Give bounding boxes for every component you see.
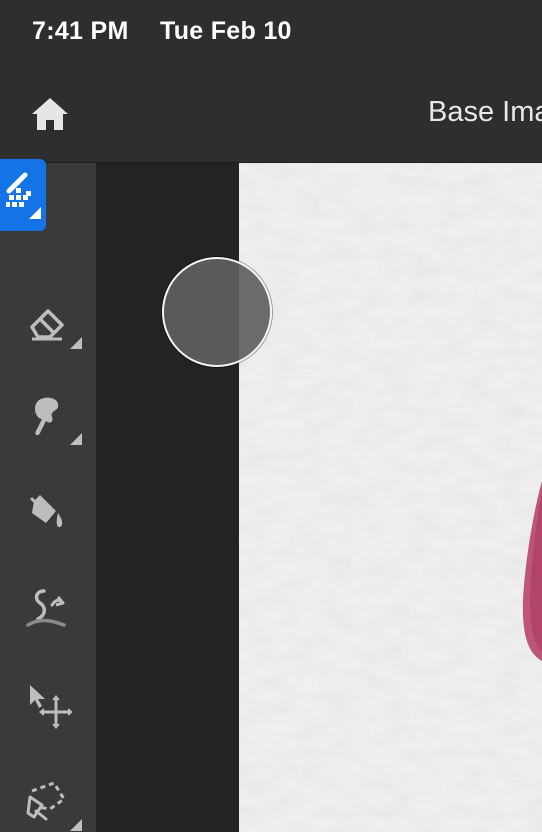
- eraser-icon: [30, 309, 64, 341]
- canvas[interactable]: [239, 163, 542, 832]
- toolbar: [0, 159, 96, 832]
- quick-selection-tool[interactable]: [0, 159, 46, 231]
- move-tool[interactable]: [8, 673, 88, 737]
- app-screen: 7:41 PM Tue Feb 10 Base Ima: [0, 0, 542, 832]
- submenu-indicator: [70, 433, 82, 445]
- paper-texture: [239, 163, 542, 832]
- status-time: 7:41 PM: [32, 17, 129, 45]
- smudge-tool[interactable]: [8, 385, 88, 449]
- lasso-tool[interactable]: [8, 769, 88, 832]
- lasso-icon: [26, 781, 67, 821]
- smudge-icon: [35, 397, 59, 436]
- move-icon: [30, 685, 72, 729]
- brush-cursor: [162, 257, 272, 367]
- home-icon: [32, 98, 68, 130]
- submenu-indicator: [70, 819, 82, 831]
- quick-selection-icon: [6, 172, 41, 219]
- app-header: Base Ima: [0, 66, 542, 163]
- paint-bucket-tool[interactable]: [8, 481, 88, 545]
- submenu-indicator: [70, 337, 82, 349]
- liquify-icon: [26, 589, 66, 627]
- home-button[interactable]: [24, 92, 76, 136]
- liquify-tool[interactable]: [8, 577, 88, 641]
- eraser-tool[interactable]: [8, 289, 88, 353]
- status-bar: 7:41 PM Tue Feb 10: [0, 0, 542, 66]
- paint-bucket-icon: [30, 495, 63, 528]
- status-date: Tue Feb 10: [160, 17, 292, 45]
- document-title[interactable]: Base Ima: [428, 96, 542, 129]
